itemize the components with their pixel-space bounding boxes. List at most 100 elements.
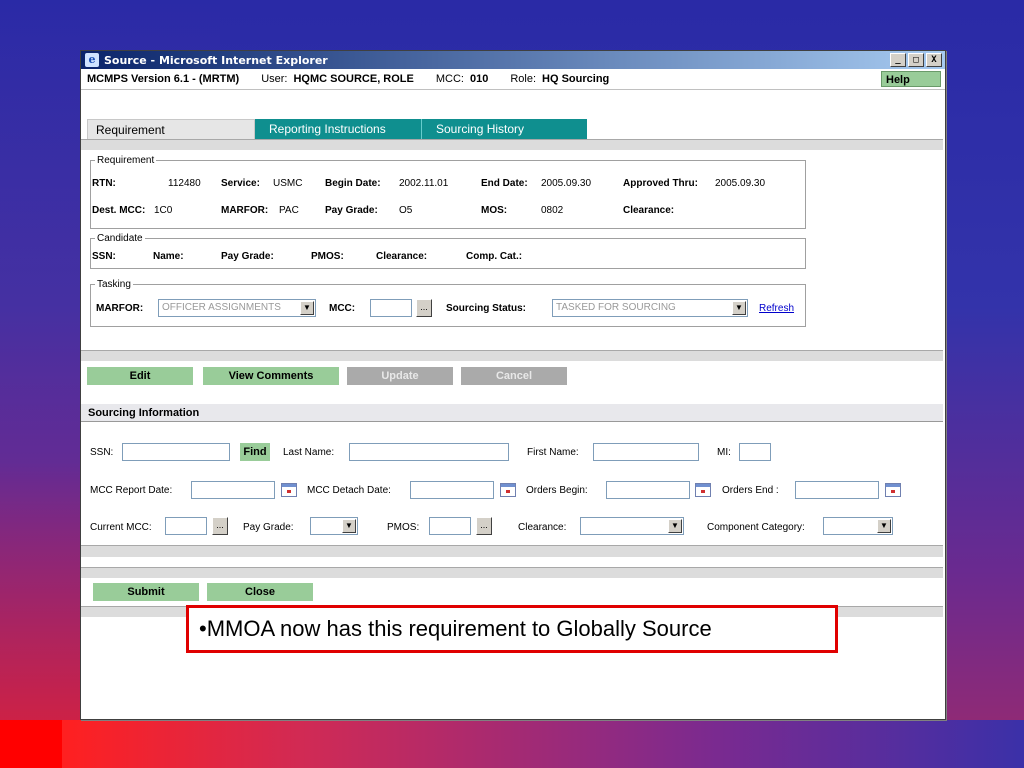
- slide-bottom-bar: [0, 720, 1024, 768]
- tasking-marfor-label: MARFOR:: [96, 303, 144, 314]
- chevron-down-icon: ▼: [668, 519, 682, 533]
- cancel-button[interactable]: Cancel: [461, 367, 567, 385]
- begin-date-label: Begin Date:: [325, 178, 381, 189]
- chevron-down-icon: ▼: [877, 519, 891, 533]
- orders-begin-label: Orders Begin:: [526, 485, 588, 496]
- slide-callout: •MMOA now has this requirement to Global…: [186, 605, 838, 653]
- chevron-down-icon: ▼: [732, 301, 746, 315]
- mcc-label: MCC:: [435, 73, 464, 85]
- begin-date-value: 2002.11.01: [399, 178, 449, 189]
- ssn-input[interactable]: [122, 443, 230, 461]
- candidate-legend: Candidate: [97, 233, 143, 244]
- refresh-link[interactable]: Refresh: [759, 303, 794, 314]
- view-comments-button[interactable]: View Comments: [203, 367, 339, 385]
- mos-label: MOS:: [481, 205, 508, 216]
- sourcing-information-heading: Sourcing Information: [81, 404, 943, 422]
- marfor-value: PAC: [279, 205, 299, 216]
- sourcing-pay-grade-label: Pay Grade:: [243, 522, 294, 533]
- mcc-detach-date-label: MCC Detach Date:: [307, 485, 391, 496]
- ie-logo-icon: e: [85, 53, 99, 67]
- edit-button[interactable]: Edit: [87, 367, 193, 385]
- window-title: Source - Microsoft Internet Explorer: [104, 53, 328, 67]
- pay-grade-value: O5: [399, 205, 413, 216]
- marfor-label: MARFOR:: [221, 205, 269, 216]
- close-icon[interactable]: X: [926, 53, 942, 67]
- mcc-value: 010: [469, 73, 489, 85]
- role-label: Role:: [510, 73, 537, 85]
- candidate-name-label: Name:: [153, 251, 184, 262]
- service-value: USMC: [273, 178, 303, 189]
- orders-begin-input[interactable]: [606, 481, 690, 499]
- tab-sourcing-history[interactable]: Sourcing History: [421, 119, 587, 139]
- first-name-label: First Name:: [527, 447, 579, 458]
- divider-band: [81, 567, 943, 578]
- requirement-row-1: RTN:: [92, 178, 116, 189]
- sourcing-status-label: Sourcing Status:: [446, 303, 527, 314]
- component-category-label: Component Category:: [707, 522, 805, 533]
- sourcing-status-value: TASKED FOR SOURCING: [556, 302, 676, 313]
- help-button[interactable]: Help: [881, 71, 941, 87]
- tasking-mcc-input[interactable]: [370, 299, 412, 317]
- tasking-mcc-lookup-button[interactable]: ...: [416, 299, 432, 317]
- app-info-bar: MCMPS Version 6.1 - (MRTM) User: HQMC SO…: [81, 69, 945, 90]
- chevron-down-icon: ▼: [342, 519, 356, 533]
- tasking-marfor-select[interactable]: OFFICER ASSIGNMENTS ▼: [158, 299, 316, 317]
- tab-bar: Requirement Reporting Instructions Sourc…: [87, 119, 587, 139]
- component-category-select[interactable]: ▼: [823, 517, 893, 535]
- submit-button[interactable]: Submit: [93, 583, 199, 601]
- role-value: HQ Sourcing: [542, 73, 610, 85]
- sourcing-pmos-label: PMOS:: [387, 522, 420, 533]
- last-name-input[interactable]: [349, 443, 509, 461]
- mos-value: 0802: [541, 205, 564, 216]
- candidate-comp-cat-label: Comp. Cat.:: [466, 251, 523, 262]
- candidate-pay-grade-label: Pay Grade:: [221, 251, 274, 262]
- tab-requirement[interactable]: Requirement: [87, 119, 255, 139]
- current-mcc-label: Current MCC:: [90, 522, 152, 533]
- tab-divider-band: [81, 139, 943, 150]
- ssn-label: SSN:: [90, 447, 114, 458]
- dest-mcc-value: 1C0: [154, 205, 173, 216]
- first-name-input[interactable]: [593, 443, 699, 461]
- candidate-pmos-label: PMOS:: [311, 251, 344, 262]
- candidate-ssn-label: SSN:: [92, 251, 116, 262]
- requirement-legend: Requirement: [97, 155, 155, 166]
- approved-thru-value: 2005.09.30: [715, 178, 766, 189]
- calendar-icon[interactable]: [885, 483, 901, 497]
- calendar-icon[interactable]: [281, 483, 297, 497]
- candidate-group: Candidate: [90, 233, 806, 269]
- sourcing-pay-grade-select[interactable]: ▼: [310, 517, 358, 535]
- requirement-group: Requirement: [90, 155, 806, 229]
- update-button[interactable]: Update: [347, 367, 453, 385]
- orders-end-input[interactable]: [795, 481, 879, 499]
- find-button[interactable]: Find: [240, 443, 270, 461]
- minimize-icon[interactable]: _: [890, 53, 906, 67]
- service-label: Service:: [221, 178, 260, 189]
- calendar-icon[interactable]: [500, 483, 516, 497]
- user-value: HQMC SOURCE, ROLE: [293, 73, 414, 85]
- divider-band: [81, 545, 943, 557]
- sourcing-pmos-input[interactable]: [429, 517, 471, 535]
- maximize-icon[interactable]: □: [908, 53, 924, 67]
- current-mcc-lookup-button[interactable]: ...: [212, 517, 228, 535]
- tasking-mcc-label: MCC:: [329, 303, 356, 314]
- mi-input[interactable]: [739, 443, 771, 461]
- mcc-report-date-input[interactable]: [191, 481, 275, 499]
- sourcing-clearance-select[interactable]: ▼: [580, 517, 684, 535]
- mcc-detach-date-input[interactable]: [410, 481, 494, 499]
- tasking-marfor-value: OFFICER ASSIGNMENTS: [162, 302, 281, 313]
- mi-label: MI:: [717, 447, 731, 458]
- current-mcc-input[interactable]: [165, 517, 207, 535]
- app-version: MCMPS Version 6.1 - (MRTM): [87, 73, 240, 85]
- divider-band: [81, 350, 943, 361]
- pmos-lookup-button[interactable]: ...: [476, 517, 492, 535]
- chevron-down-icon: ▼: [300, 301, 314, 315]
- pay-grade-label: Pay Grade:: [325, 205, 378, 216]
- sourcing-status-select[interactable]: TASKED FOR SOURCING ▼: [552, 299, 748, 317]
- calendar-icon[interactable]: [695, 483, 711, 497]
- close-button[interactable]: Close: [207, 583, 313, 601]
- last-name-label: Last Name:: [283, 447, 335, 458]
- end-date-value: 2005.09.30: [541, 178, 592, 189]
- approved-thru-label: Approved Thru:: [623, 178, 698, 189]
- tab-reporting-instructions[interactable]: Reporting Instructions: [255, 119, 421, 139]
- rtn-value: 112480: [168, 178, 201, 189]
